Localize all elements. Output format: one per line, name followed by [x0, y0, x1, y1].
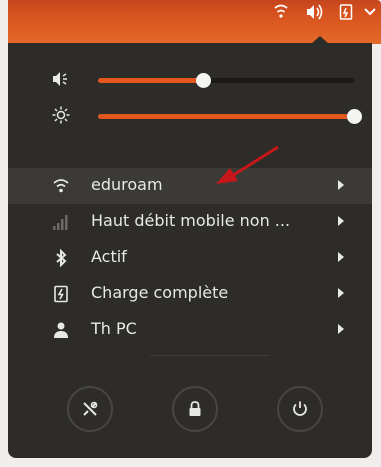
annotation-arrow: [216, 145, 279, 184]
